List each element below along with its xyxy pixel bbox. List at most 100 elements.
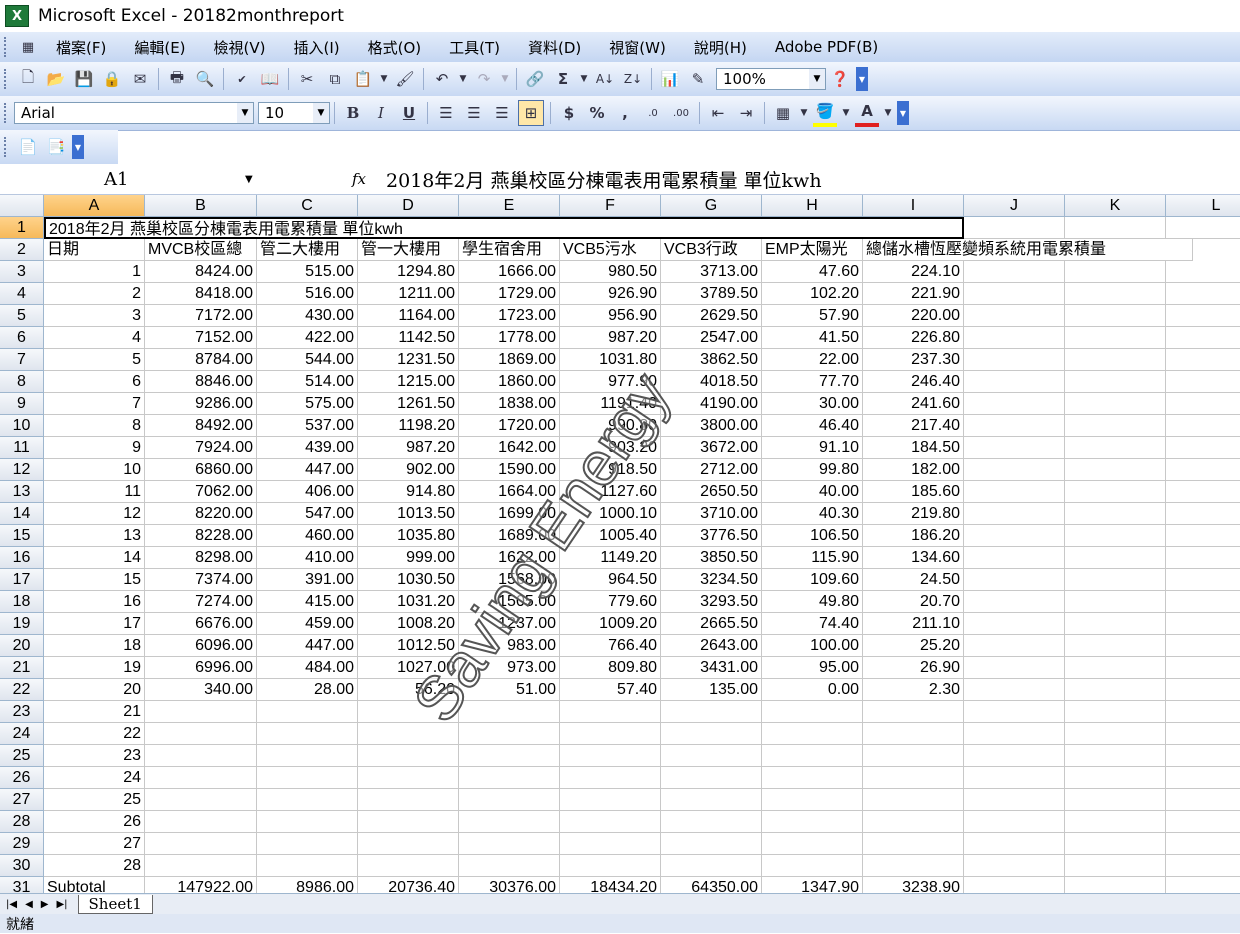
data-cell[interactable] — [257, 855, 358, 877]
empty-cell[interactable] — [964, 613, 1065, 635]
data-cell[interactable] — [762, 767, 863, 789]
font-color-icon[interactable]: A — [855, 99, 879, 127]
empty-cell[interactable] — [1065, 767, 1166, 789]
empty-cell[interactable] — [1065, 701, 1166, 723]
column-header[interactable]: C — [257, 195, 358, 217]
data-cell[interactable]: 109.60 — [762, 569, 863, 591]
data-cell[interactable]: 2665.50 — [661, 613, 762, 635]
increase-decimal-icon[interactable]: .0 — [641, 101, 665, 125]
hyperlink-icon[interactable]: 🔗 — [523, 67, 547, 91]
data-cell[interactable]: 40.00 — [762, 481, 863, 503]
data-cell[interactable]: 51.00 — [459, 679, 560, 701]
data-cell[interactable] — [257, 745, 358, 767]
autosum-icon[interactable]: Σ — [551, 67, 575, 91]
data-cell[interactable] — [459, 723, 560, 745]
menu-format[interactable]: 格式(O) — [368, 37, 422, 58]
data-cell[interactable]: 575.00 — [257, 393, 358, 415]
menu-view[interactable]: 檢視(V) — [214, 37, 266, 58]
row-header[interactable]: 21 — [0, 657, 44, 679]
empty-cell[interactable] — [1065, 283, 1166, 305]
data-cell[interactable] — [459, 745, 560, 767]
row-header[interactable]: 17 — [0, 569, 44, 591]
empty-cell[interactable] — [1166, 591, 1240, 613]
data-cell[interactable]: 226.80 — [863, 327, 964, 349]
column-header[interactable]: G — [661, 195, 762, 217]
subtotal-cell[interactable]: 64350.00 — [661, 877, 762, 893]
print-preview-icon[interactable]: 🔍 — [193, 67, 217, 91]
empty-cell[interactable] — [1166, 437, 1240, 459]
empty-cell[interactable] — [1065, 327, 1166, 349]
drawing-icon[interactable]: ✎ — [686, 67, 710, 91]
data-cell[interactable] — [145, 745, 257, 767]
chevron-down-icon[interactable]: ▼ — [579, 67, 589, 91]
data-cell[interactable]: 184.50 — [863, 437, 964, 459]
currency-icon[interactable]: $ — [557, 101, 581, 125]
empty-cell[interactable] — [964, 767, 1065, 789]
data-cell[interactable]: 956.90 — [560, 305, 661, 327]
column-header[interactable]: A — [44, 195, 145, 217]
data-cell[interactable]: 26.90 — [863, 657, 964, 679]
toolbar-grip[interactable] — [4, 69, 10, 89]
prev-sheet-icon[interactable]: ◀ — [25, 899, 33, 910]
empty-cell[interactable] — [1065, 877, 1166, 893]
menu-tools[interactable]: 工具(T) — [449, 37, 500, 58]
data-cell[interactable]: 8492.00 — [145, 415, 257, 437]
empty-cell[interactable] — [1166, 635, 1240, 657]
data-cell[interactable]: 77.70 — [762, 371, 863, 393]
data-cell[interactable]: 185.60 — [863, 481, 964, 503]
empty-cell[interactable] — [1065, 591, 1166, 613]
zoom-dropdown[interactable]: 100% ▼ — [716, 68, 826, 90]
empty-cell[interactable] — [1065, 305, 1166, 327]
data-cell[interactable]: 459.00 — [257, 613, 358, 635]
data-cell[interactable]: 1720.00 — [459, 415, 560, 437]
empty-cell[interactable] — [964, 833, 1065, 855]
row-header[interactable]: 12 — [0, 459, 44, 481]
undo-icon[interactable]: ↶ — [430, 67, 454, 91]
email-icon[interactable]: ✉ — [128, 67, 152, 91]
data-cell[interactable]: 391.00 — [257, 569, 358, 591]
empty-cell[interactable] — [964, 305, 1065, 327]
subtotal-cell[interactable]: 147922.00 — [145, 877, 257, 893]
empty-cell[interactable] — [1065, 217, 1166, 239]
subtotal-cell[interactable]: 1347.90 — [762, 877, 863, 893]
empty-cell[interactable] — [964, 261, 1065, 283]
research-icon[interactable]: 📖 — [258, 67, 282, 91]
data-cell[interactable]: 7274.00 — [145, 591, 257, 613]
menu-file[interactable]: 檔案(F) — [56, 37, 106, 58]
data-cell[interactable]: 16 — [44, 591, 145, 613]
data-cell[interactable]: 18 — [44, 635, 145, 657]
data-cell[interactable]: 25 — [44, 789, 145, 811]
font-size-dropdown[interactable]: 10 ▼ — [258, 102, 330, 124]
data-cell[interactable]: 186.20 — [863, 525, 964, 547]
data-cell[interactable]: 57.40 — [560, 679, 661, 701]
row-header[interactable]: 25 — [0, 745, 44, 767]
empty-cell[interactable] — [964, 217, 1065, 239]
data-cell[interactable]: 13 — [44, 525, 145, 547]
header-cell[interactable]: 管二大樓用 — [257, 239, 358, 261]
data-cell[interactable]: 2650.50 — [661, 481, 762, 503]
data-cell[interactable]: 56.20 — [358, 679, 459, 701]
data-cell[interactable] — [257, 701, 358, 723]
row-header[interactable]: 1 — [0, 217, 44, 239]
data-cell[interactable] — [863, 855, 964, 877]
empty-cell[interactable] — [964, 327, 1065, 349]
data-cell[interactable]: 224.10 — [863, 261, 964, 283]
data-cell[interactable]: 406.00 — [257, 481, 358, 503]
chevron-down-icon[interactable]: ▼ — [883, 101, 893, 125]
data-cell[interactable]: 22 — [44, 723, 145, 745]
row-header[interactable]: 5 — [0, 305, 44, 327]
empty-cell[interactable] — [1065, 569, 1166, 591]
sheet-tab-sheet1[interactable]: Sheet1 — [77, 894, 153, 914]
data-cell[interactable]: 1005.40 — [560, 525, 661, 547]
data-cell[interactable] — [863, 833, 964, 855]
data-cell[interactable]: 1215.00 — [358, 371, 459, 393]
column-header[interactable]: J — [964, 195, 1065, 217]
data-cell[interactable]: 115.90 — [762, 547, 863, 569]
empty-cell[interactable] — [1166, 547, 1240, 569]
comma-style-icon[interactable]: , — [613, 101, 637, 125]
empty-cell[interactable] — [964, 525, 1065, 547]
data-cell[interactable] — [560, 855, 661, 877]
data-cell[interactable] — [863, 789, 964, 811]
data-cell[interactable] — [762, 723, 863, 745]
spelling-icon[interactable]: ✔ — [230, 67, 254, 91]
